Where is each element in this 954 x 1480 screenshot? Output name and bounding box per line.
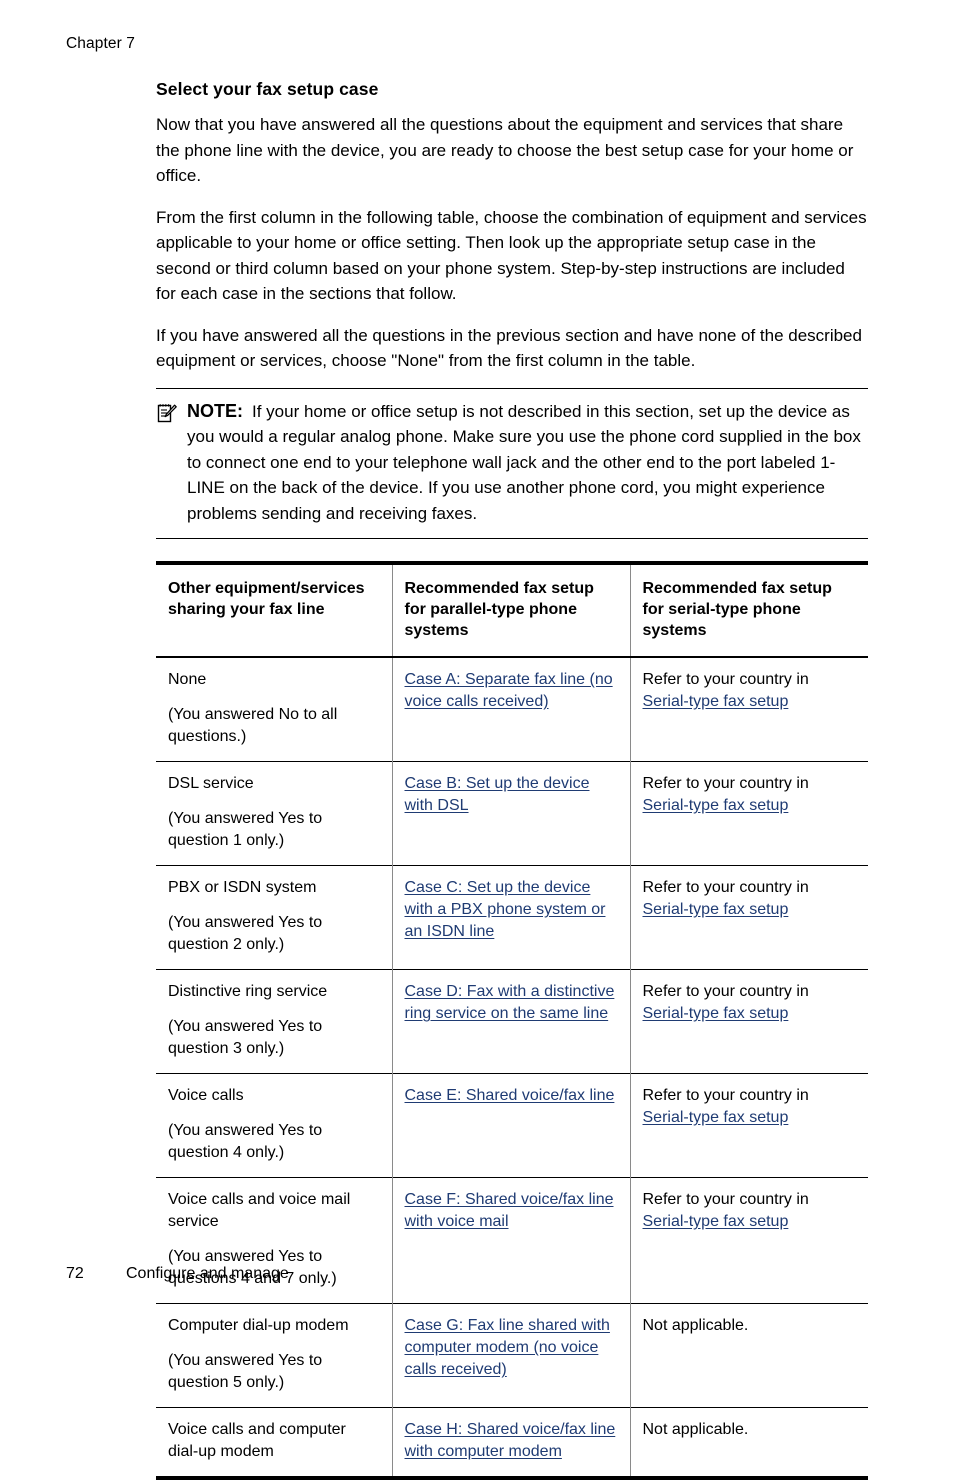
cell-parallel: Case C: Set up the device with a PBX pho… [391,865,630,970]
cell-parallel: Case E: Shared voice/fax line [391,1073,630,1178]
serial-text: Not applicable. [642,1317,749,1334]
cell-parallel: Case A: Separate fax line (no voice call… [391,657,630,762]
serial-setup-link[interactable]: Serial-type fax setup [643,1109,789,1126]
paragraph-table-instructions: From the first column in the following t… [156,207,867,304]
serial-text: Refer to your country in [642,1191,809,1208]
equipment-name: DSL service [168,775,254,792]
column-header-equipment: Other equipment/services sharing your fa… [168,580,365,618]
parallel-case-link[interactable]: Case F: Shared voice/fax line with voice… [405,1191,614,1230]
fax-setup-table: Other equipment/services sharing your fa… [156,561,868,1480]
serial-text: Not applicable. [642,1421,749,1438]
table-row: None (You answered No to all questions.)… [156,657,868,762]
cell-serial: Not applicable. [629,1407,868,1478]
note-block: NOTE: If your home or office setup is not… [156,387,868,539]
cell-serial: Refer to your country in Serial-type fax… [629,1177,868,1304]
cell-equipment: Voice calls and computer dial-up modem [156,1408,392,1479]
serial-setup-link[interactable]: Serial-type fax setup [643,693,789,710]
cell-serial: Refer to your country in Serial-type fax… [629,865,868,970]
cell-serial: Refer to your country in Serial-type fax… [629,657,868,762]
serial-text: Refer to your country in [642,671,809,688]
page-title: Select your fax setup case [156,79,379,99]
serial-text: Refer to your country in [642,775,809,792]
parallel-case-link[interactable]: Case D: Fax with a distinctive ring serv… [405,983,615,1022]
cell-parallel: Case H: Shared voice/fax line with compu… [391,1407,630,1478]
serial-setup-link[interactable]: Serial-type fax setup [643,1213,789,1230]
paragraph-none-option: If you have answered all the questions i… [156,325,862,371]
parallel-case-link[interactable]: Case C: Set up the device with a PBX pho… [405,879,606,940]
page-number: 72 [66,1265,84,1282]
cell-serial: Refer to your country in Serial-type fax… [629,761,868,866]
cell-serial: Not applicable. [629,1303,868,1408]
table-row: Computer dial-up modem (You answered Yes… [156,1303,868,1408]
note-text: NOTE: If your home or office setup is not… [187,399,868,527]
footer-section-title: Configure and manage [126,1265,289,1282]
serial-text: Refer to your country in [642,983,809,1000]
document-page: Chapter 7 Select your fax setup case Now… [0,0,954,1480]
column-header-parallel: Recommended fax setup for parallel-type … [391,563,630,657]
table-row: Voice calls (You answered Yes to questio… [156,1073,868,1178]
equipment-answers: (You answered Yes to question 5 only.) [168,1352,323,1391]
equipment-answers: (You answered Yes to question 4 only.) [168,1122,323,1161]
cell-parallel: Case B: Set up the device with DSL [391,761,630,866]
cell-parallel: Case D: Fax with a distinctive ring serv… [391,969,630,1074]
paragraph-intro: Now that you have answered all the quest… [156,115,854,185]
cell-parallel: Case G: Fax line shared with computer mo… [391,1303,630,1408]
serial-setup-link[interactable]: Serial-type fax setup [643,901,789,918]
cell-equipment: Computer dial-up modem (You answered Yes… [156,1304,392,1408]
equipment-answers: (You answered Yes to question 1 only.) [168,810,323,849]
equipment-name: None [168,671,207,688]
serial-text: Refer to your country in [642,879,809,896]
cell-serial: Refer to your country in Serial-type fax… [629,1073,868,1178]
cell-equipment: Voice calls (You answered Yes to questio… [156,1074,392,1178]
parallel-case-link[interactable]: Case H: Shared voice/fax line with compu… [405,1421,616,1460]
cell-equipment: Distinctive ring service (You answered Y… [156,970,392,1074]
cell-parallel: Case F: Shared voice/fax line with voice… [391,1177,630,1304]
cell-serial: Refer to your country in Serial-type fax… [629,969,868,1074]
note-label: NOTE: [187,400,243,421]
parallel-case-link[interactable]: Case E: Shared voice/fax line [405,1087,615,1104]
cell-equipment: DSL service (You answered Yes to questio… [156,762,392,866]
table-row: Voice calls and computer dial-up modem C… [156,1407,868,1479]
column-header-serial: Recommended fax setup for serial-type ph… [629,563,868,657]
parallel-case-link[interactable]: Case A: Separate fax line (no voice call… [405,671,613,710]
cell-equipment: None (You answered No to all questions.) [156,657,392,762]
equipment-answers: (You answered Yes to question 2 only.) [168,914,323,953]
equipment-name: Distinctive ring service [168,983,328,1000]
fax-setup-table-wrapper: Other equipment/services sharing your fa… [156,561,868,1480]
page-footer: 72 Configure and manage [66,1263,289,1285]
cell-equipment: PBX or ISDN system (You answered Yes to … [156,866,392,970]
table-header: Other equipment/services sharing your fa… [156,563,868,657]
serial-setup-link[interactable]: Serial-type fax setup [643,797,789,814]
parallel-case-link[interactable]: Case G: Fax line shared with computer mo… [405,1317,610,1378]
table-row: DSL service (You answered Yes to questio… [156,761,868,866]
equipment-name: Voice calls and computer dial-up modem [168,1421,346,1460]
table-row: PBX or ISDN system (You answered Yes to … [156,865,868,970]
equipment-name: Voice calls [168,1087,244,1104]
serial-text: Refer to your country in [642,1087,809,1104]
equipment-answers: (You answered Yes to question 3 only.) [168,1018,323,1057]
equipment-name: Computer dial-up modem [168,1317,349,1334]
note-body: If your home or office setup is not desc… [187,401,861,523]
chapter-header: Chapter 7 [66,35,135,52]
parallel-case-link[interactable]: Case B: Set up the device with DSL [405,775,590,814]
equipment-name: PBX or ISDN system [168,879,317,896]
table-body: None (You answered No to all questions.)… [156,657,868,1478]
note-pencil-icon [156,402,178,424]
table-header-row: Other equipment/services sharing your fa… [156,563,868,657]
serial-setup-link[interactable]: Serial-type fax setup [643,1005,789,1022]
equipment-name: Voice calls and voice mail service [168,1191,351,1230]
table-row: Distinctive ring service (You answered Y… [156,969,868,1074]
equipment-answers: (You answered No to all questions.) [168,706,338,745]
